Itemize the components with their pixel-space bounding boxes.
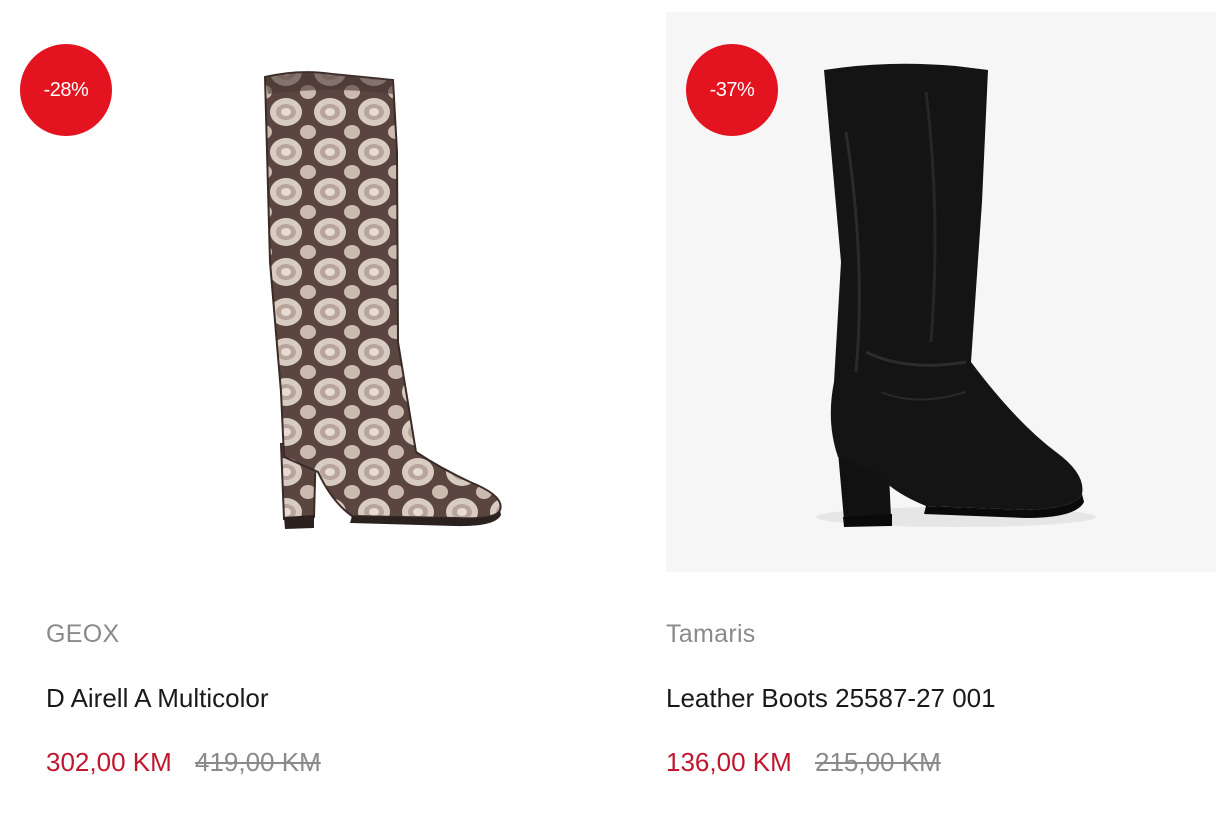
product-card-tamaris[interactable]: -37% Tamaris Leather Boots 25587-27 001: [666, 0, 1216, 818]
original-price: 419,00 KM: [194, 747, 321, 777]
product-title[interactable]: Leather Boots 25587-27 001: [666, 683, 996, 714]
product-brand[interactable]: GEOX: [46, 620, 119, 649]
product-title[interactable]: D Airell A Multicolor: [46, 683, 269, 714]
discount-badge: -37%: [686, 44, 778, 136]
product-image-link[interactable]: -28%: [0, 12, 596, 572]
discount-badge: -28%: [20, 44, 112, 136]
original-price: 215,00 KM: [814, 747, 941, 777]
product-brand[interactable]: Tamaris: [666, 620, 756, 649]
product-grid: -28% GEOX D Airell A Multicolor 302,00 K…: [0, 0, 1216, 818]
product-prices: 136,00 KM 215,00 KM: [666, 747, 941, 778]
sale-price: 136,00 KM: [666, 747, 792, 777]
product-image-link[interactable]: -37%: [666, 12, 1216, 572]
sale-price: 302,00 KM: [46, 747, 172, 777]
product-card-geox[interactable]: -28% GEOX D Airell A Multicolor 302,00 K…: [0, 0, 616, 818]
product-prices: 302,00 KM 419,00 KM: [46, 747, 321, 778]
